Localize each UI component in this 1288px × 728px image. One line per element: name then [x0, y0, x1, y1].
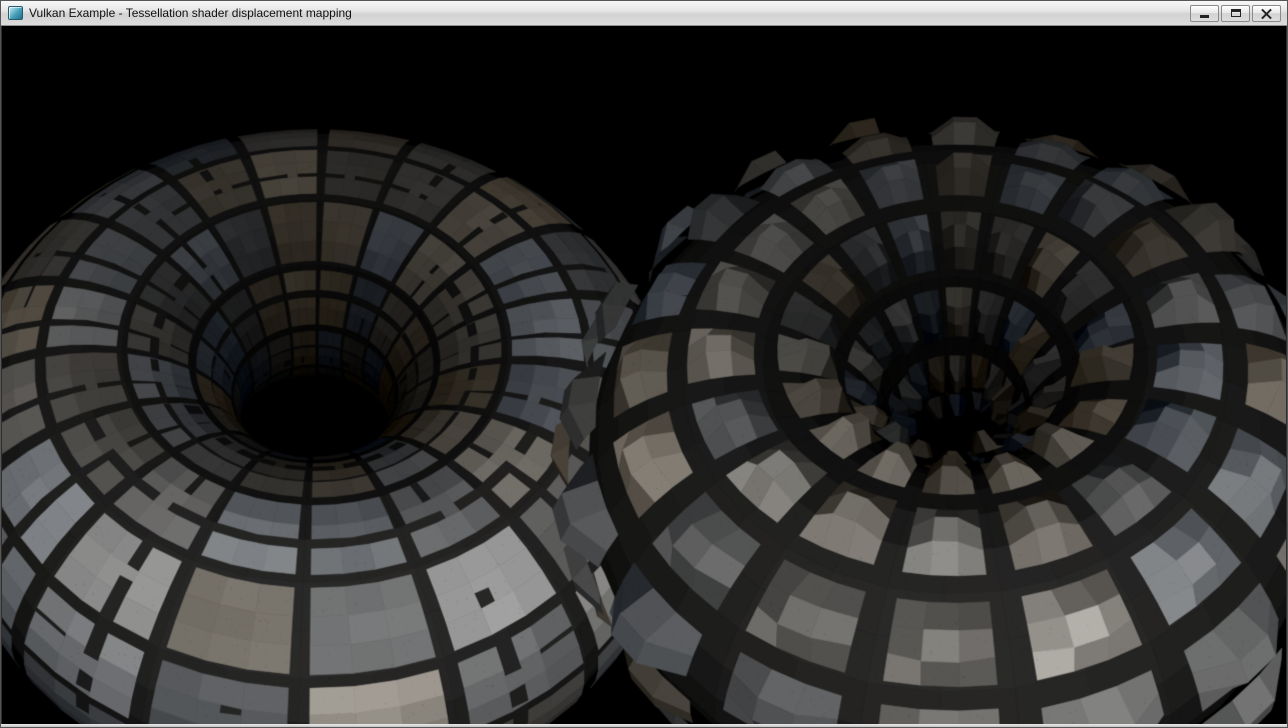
window-bottom-frame	[1, 724, 1287, 727]
close-button[interactable]	[1252, 5, 1281, 22]
title-bar[interactable]: Vulkan Example - Tessellation shader dis…	[1, 1, 1287, 26]
maximize-button[interactable]	[1221, 5, 1250, 22]
minimize-button[interactable]	[1190, 5, 1219, 22]
window-title: Vulkan Example - Tessellation shader dis…	[29, 1, 1190, 25]
window-controls	[1190, 5, 1281, 22]
viewport-canvas[interactable]	[2, 26, 1286, 724]
maximize-icon	[1231, 9, 1241, 17]
minimize-icon	[1200, 15, 1209, 18]
app-icon[interactable]	[8, 6, 23, 20]
app-window: Vulkan Example - Tessellation shader dis…	[0, 0, 1288, 728]
close-icon	[1261, 8, 1272, 19]
render-viewport	[1, 26, 1287, 724]
